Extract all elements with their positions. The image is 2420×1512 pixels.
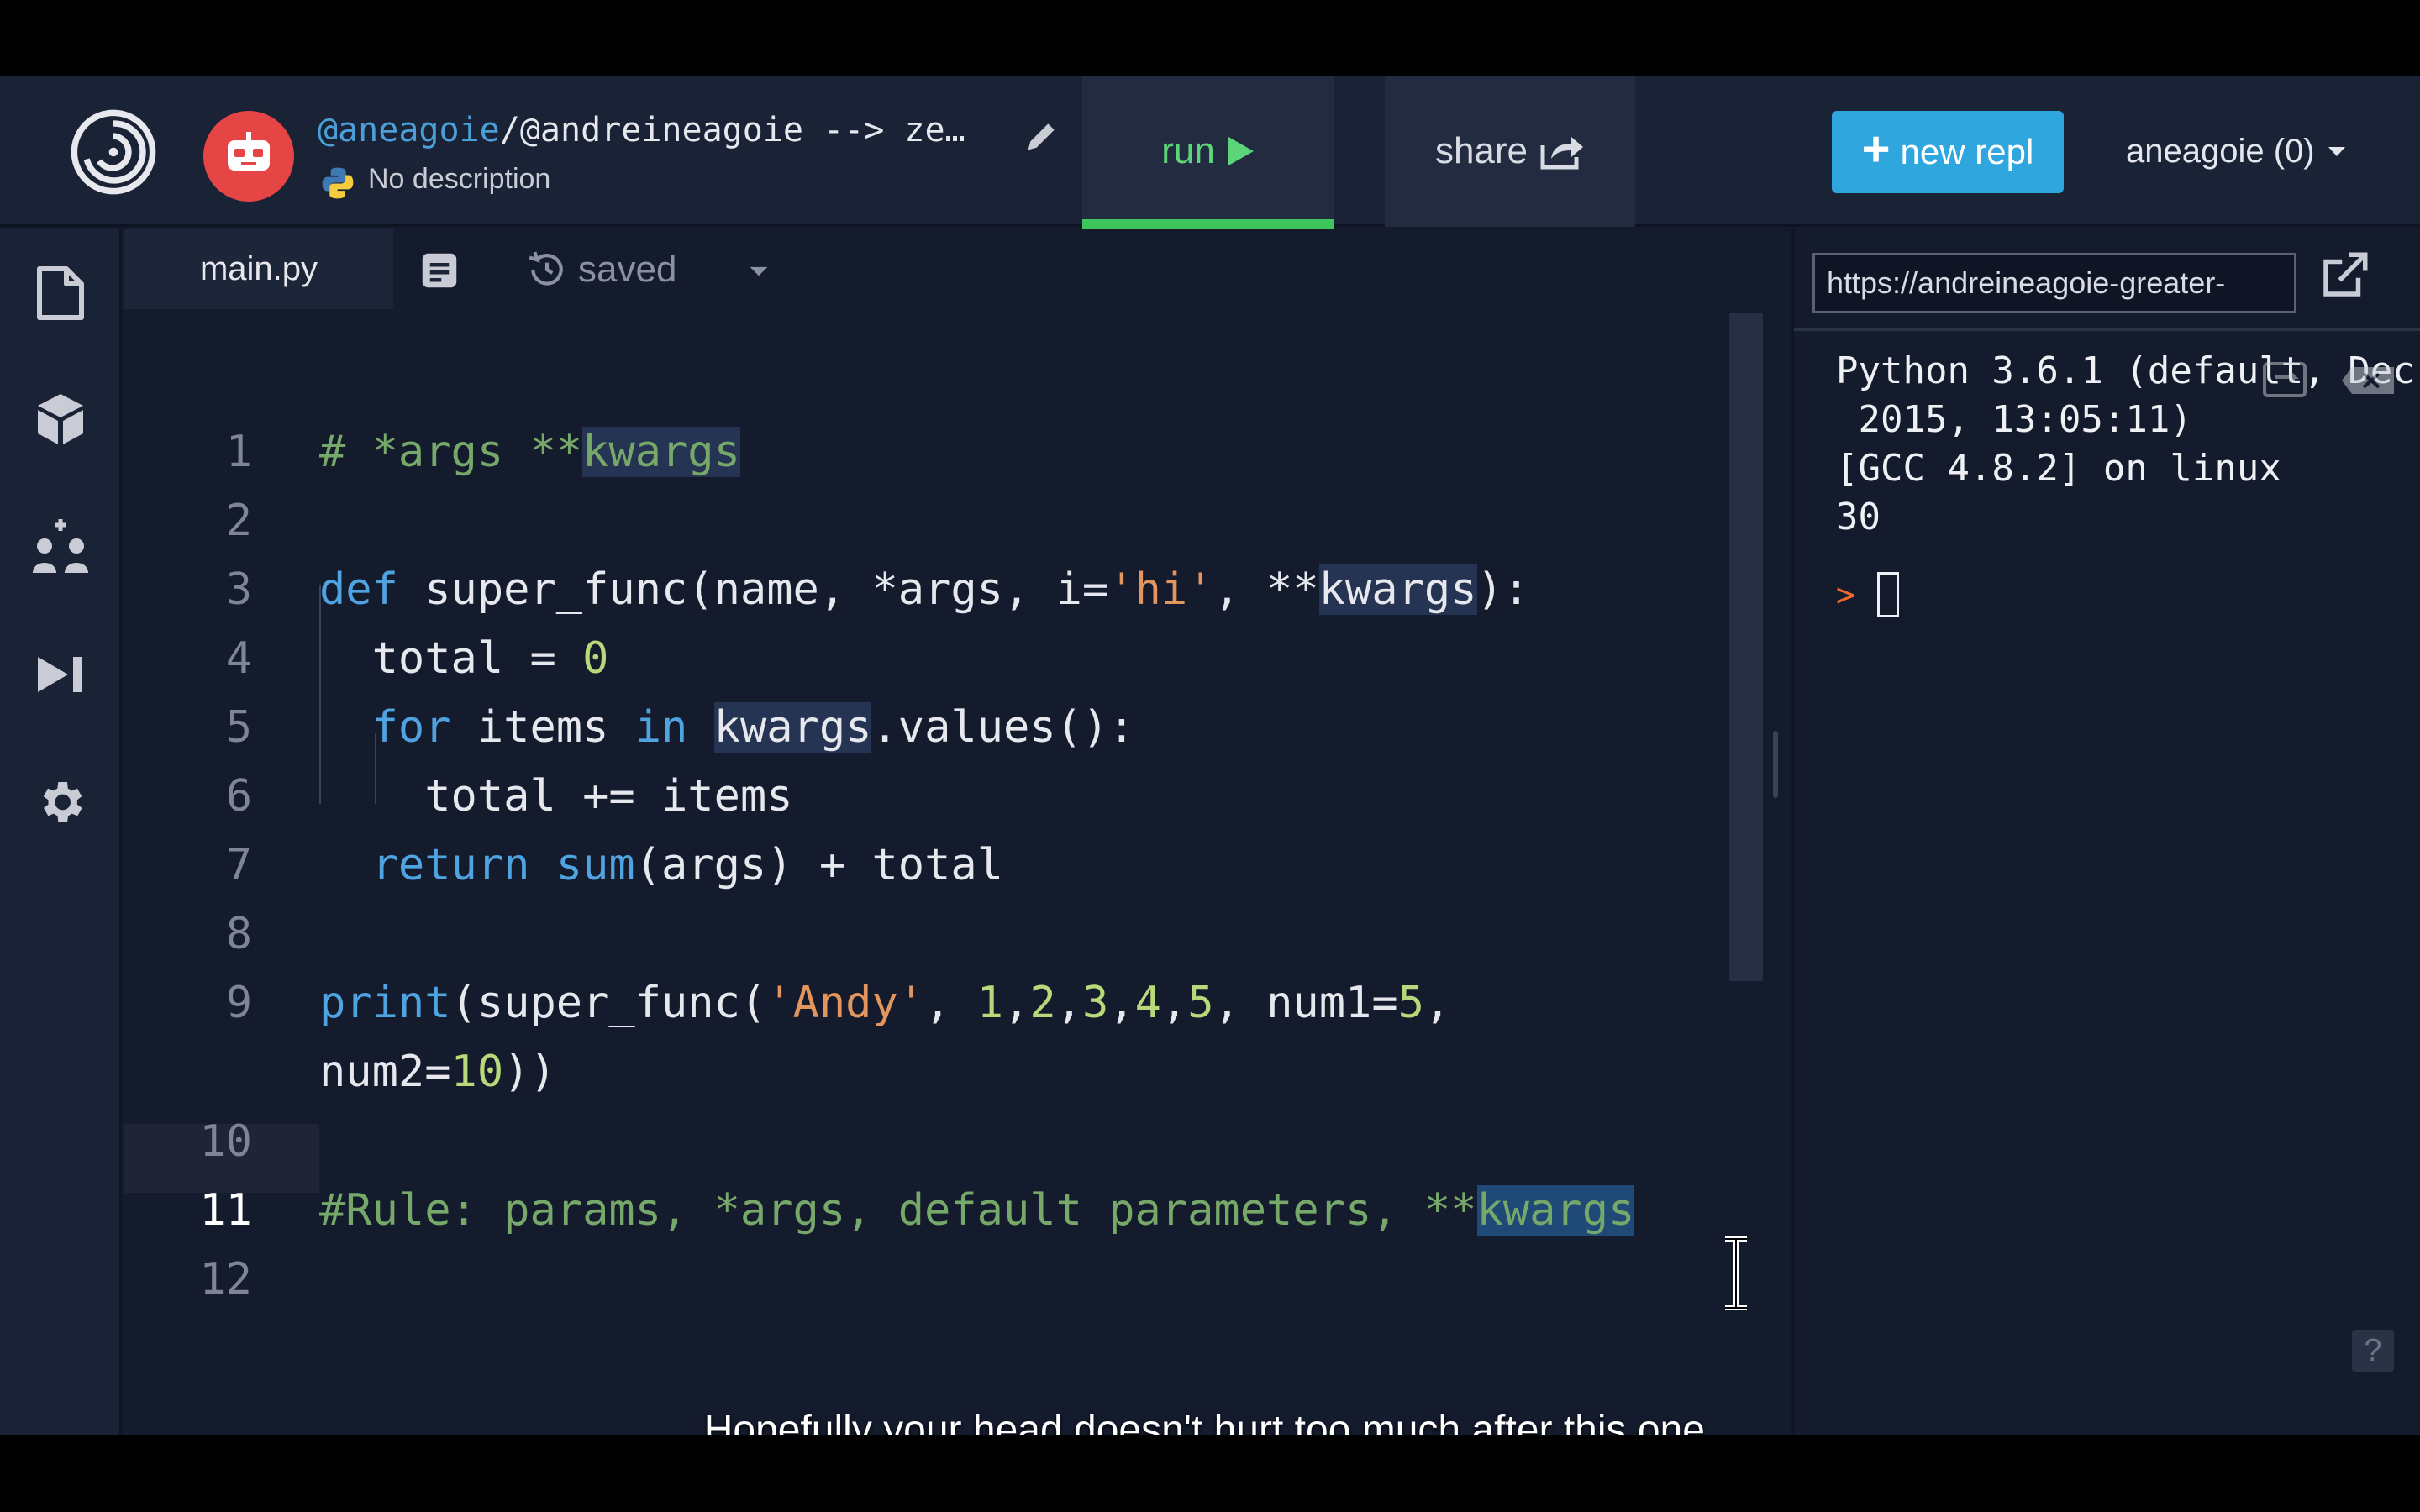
- line-number: 9: [225, 978, 252, 1028]
- chevron-down-icon: [2328, 147, 2345, 156]
- console-clear-icon[interactable]: [2260, 355, 2402, 406]
- line-text: for items in kwargs.values():: [371, 702, 1135, 753]
- code-line[interactable]: 3 def super_func(name, *args, i='hi', **k…: [124, 555, 1721, 624]
- console-pane: https://andreineagoie-greater- Python 3.…: [1791, 229, 2420, 1435]
- line-text: num2=10)): [319, 1047, 556, 1097]
- line-number: 2: [225, 496, 252, 546]
- line-number: 6: [225, 771, 252, 822]
- pencil-icon[interactable]: [1023, 118, 1060, 155]
- left-sidebar: [0, 229, 122, 1435]
- repl-url-field[interactable]: https://andreineagoie-greater-: [1812, 253, 2296, 313]
- console-prompt[interactable]: >: [1836, 565, 1899, 624]
- code-line[interactable]: 8: [124, 900, 1721, 969]
- console-input-cursor[interactable]: [1876, 572, 1899, 617]
- document-outline-icon[interactable]: [417, 248, 462, 293]
- line-text: # *args **kwargs: [319, 427, 740, 477]
- user-menu-dropdown[interactable]: aneagoie (0): [2126, 126, 2347, 176]
- new-repl-label: new repl: [1900, 132, 2034, 171]
- text-cursor-ibeam-icon: [1725, 1236, 1747, 1310]
- video-letterbox-top: [0, 0, 2420, 76]
- multiplayer-icon[interactable]: [30, 517, 91, 577]
- repl-owner-link[interactable]: @aneagoie: [318, 111, 500, 150]
- code-line-current[interactable]: 11 #Rule: params, *args, default paramete…: [124, 1176, 1721, 1245]
- share-icon: [1540, 137, 1584, 170]
- line-number: 12: [199, 1254, 252, 1305]
- code-line[interactable]: 12: [124, 1245, 1721, 1314]
- run-button[interactable]: run: [1082, 76, 1334, 229]
- line-number: 7: [225, 840, 252, 890]
- avatar[interactable]: [203, 111, 294, 202]
- play-icon: [1228, 137, 1254, 165]
- repl-app: @aneagoie/@andreineagoie --> ze… No desc…: [0, 76, 2420, 1435]
- line-number: 8: [225, 909, 252, 959]
- tab-main-py[interactable]: main.py: [124, 229, 393, 309]
- saved-label: saved: [578, 249, 677, 290]
- code-line-wrapped[interactable]: num2=10)): [124, 1037, 1721, 1106]
- open-external-icon[interactable]: [2317, 248, 2372, 303]
- line-text: print(super_func('Andy', 1,2,3,4,5, num1…: [319, 978, 1451, 1028]
- line-number: 5: [225, 702, 252, 753]
- code-line[interactable]: 7 return sum(args) + total: [124, 831, 1721, 900]
- code-editor[interactable]: main.py saved 1 # *args **kwargs 2 3 def s…: [124, 229, 1770, 1435]
- line-text: #Rule: params, *args, default parameters…: [319, 1185, 1635, 1236]
- line-number: 1: [225, 427, 252, 477]
- line-text: def super_func(name, *args, i='hi', **kw…: [319, 564, 1530, 615]
- code-line[interactable]: 5 for items in kwargs.values():: [124, 693, 1721, 762]
- run-label: run: [1161, 130, 1215, 171]
- repl-title[interactable]: @aneagoie/@andreineagoie --> ze…: [318, 111, 1007, 153]
- line-number: 10: [199, 1116, 252, 1167]
- saved-status[interactable]: saved: [526, 244, 676, 295]
- settings-gear-icon[interactable]: [30, 772, 91, 832]
- files-icon[interactable]: [30, 263, 91, 323]
- code-line[interactable]: 4 total = 0: [124, 624, 1721, 693]
- line-number: 11: [199, 1185, 252, 1236]
- prompt-caret: >: [1836, 576, 1855, 613]
- help-button[interactable]: ?: [2352, 1330, 2394, 1372]
- editor-scrollbar-thumb[interactable]: [1729, 313, 1763, 981]
- new-repl-button[interactable]: + new repl: [1832, 111, 2064, 193]
- code-line[interactable]: 9 print(super_func('Andy', 1,2,3,4,5, num…: [124, 969, 1721, 1037]
- robot-icon: [228, 132, 270, 171]
- code-line[interactable]: 10: [124, 1107, 1721, 1176]
- tab-label: main.py: [199, 250, 318, 287]
- username-label: aneagoie (0): [2126, 132, 2315, 170]
- repl-description[interactable]: No description: [368, 163, 550, 196]
- debugger-step-icon[interactable]: [30, 644, 91, 705]
- code-line[interactable]: 1 # *args **kwargs: [124, 417, 1721, 486]
- share-label: share: [1434, 130, 1528, 171]
- plus-icon: +: [1861, 122, 1891, 176]
- replit-logo-icon[interactable]: [69, 108, 158, 197]
- pane-resize-handle[interactable]: [1773, 731, 1778, 798]
- line-number: 3: [225, 564, 252, 615]
- python-icon: [322, 167, 354, 199]
- editor-tab-bar: main.py saved: [124, 229, 1770, 309]
- code-line[interactable]: 6 total += items: [124, 762, 1721, 831]
- code-line[interactable]: 2: [124, 486, 1721, 555]
- line-text: total = 0: [319, 633, 609, 684]
- chevron-down-icon[interactable]: [738, 249, 780, 291]
- history-icon: [529, 251, 563, 286]
- line-number: 4: [225, 633, 252, 684]
- video-caption: Hopefully your head doesn't hurt too muc…: [703, 1408, 1717, 1435]
- run-active-indicator: [1082, 219, 1334, 229]
- line-text: return sum(args) + total: [371, 840, 1003, 890]
- share-button[interactable]: share: [1385, 76, 1635, 227]
- top-header: @aneagoie/@andreineagoie --> ze… No desc…: [0, 76, 2420, 229]
- console-divider: [1794, 328, 2420, 331]
- repl-name: /@andreineagoie --> ze…: [499, 111, 965, 150]
- packages-icon[interactable]: [30, 389, 91, 449]
- line-text: total += items: [319, 771, 793, 822]
- video-letterbox-bottom: [0, 1435, 2420, 1512]
